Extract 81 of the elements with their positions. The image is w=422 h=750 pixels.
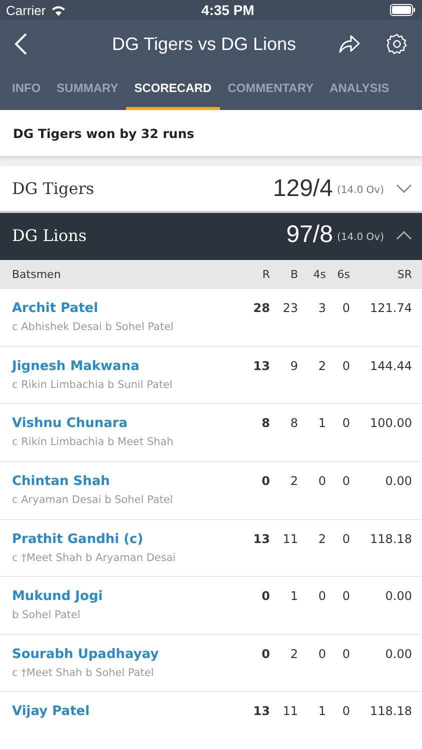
strike-rate-cell-text: 0.00 [384, 646, 412, 661]
sixes-cell-text: 0 [341, 532, 350, 546]
sixes-cell-text: 0 [341, 474, 350, 488]
fours-cell-text: 2 [317, 358, 326, 373]
sixes-cell-text: 0 [341, 301, 350, 316]
batsman-name[interactable]: Mukund Jogi [12, 589, 242, 604]
dismissal-text: c †Meet Shah b Sohel Patel [12, 666, 155, 679]
sixes-cell-text: 0 [341, 416, 350, 430]
dismissal-text: c †Meet Shah b Aryaman Desai [12, 552, 177, 564]
balls-cell-text: 23 [282, 301, 298, 316]
innings-score: 129/4 [272, 174, 333, 203]
result-banner: DG Tigers won by 32 runs [0, 110, 422, 156]
fours-cell-text: 3 [317, 301, 326, 316]
balls-cell-text: 8 [289, 416, 298, 430]
tab[interactable]: INFO [4, 68, 49, 110]
tab[interactable]: ANALYSIS [322, 68, 398, 110]
batsman-name[interactable]: Jignesh Makwana [12, 358, 242, 374]
dismissal-text: c Rikin Limbachia b Meet Shah [12, 436, 174, 448]
innings-header[interactable]: DG Lions 97/8 (14.0 Ov) [0, 213, 422, 260]
strike-rate-cell-text: 144.44 [369, 358, 412, 373]
fours-cell-text: 1 [317, 704, 326, 718]
sixes-cell-text: 0 [341, 704, 350, 718]
balls-cell-text: 9 [289, 358, 298, 373]
runs-cell-text: 0 [260, 646, 270, 661]
strike-rate-cell-text: 100.00 [369, 416, 412, 430]
strike-rate-cell-text: 118.18 [369, 532, 412, 546]
team-name: DG Lions [12, 226, 88, 245]
runs-cell-text: 13 [252, 532, 270, 546]
strike-rate-cell-text: 0.00 [384, 474, 412, 488]
chevron-down-icon[interactable] [396, 184, 412, 194]
batsman-name[interactable]: Archit Patel [12, 301, 242, 316]
dismissal-text: c Abhishek Desai b Sohel Patel [12, 321, 174, 334]
runs-cell-text: 0 [260, 474, 270, 488]
sixes-cell-text: 0 [341, 358, 350, 373]
overs-label: (14.0 Ov) [336, 185, 384, 196]
batsman-name[interactable]: Prathit Gandhi (c) [12, 532, 242, 547]
column-header: B [289, 268, 298, 281]
batsman-name[interactable]: Sourabh Upadhayay [12, 646, 242, 662]
strike-rate-cell-text: 0.00 [384, 589, 412, 604]
runs-cell-text: 8 [260, 416, 270, 430]
balls-cell-text: 2 [289, 474, 298, 488]
column-header: SR [396, 268, 412, 281]
dismissal-text: c Aryaman Desai b Sohel Patel [12, 494, 174, 506]
balls-cell-text: 11 [282, 532, 298, 546]
column-header: R [261, 268, 270, 281]
fours-cell-text: 0 [317, 646, 326, 661]
innings-header[interactable]: DG Tigers 129/4 (14.0 Ov) [0, 166, 422, 214]
runs-cell-text: 28 [252, 301, 270, 316]
dismissal-text: c Rikin Limbachia b Sunil Patel [12, 378, 174, 391]
strike-rate-cell-text: 121.74 [369, 301, 412, 316]
column-header: Batsmen [12, 268, 62, 281]
balls-cell-text: 1 [289, 589, 298, 604]
fours-cell-text: 0 [317, 474, 326, 488]
team-name: DG Tigers [12, 179, 96, 198]
balls-cell-text: 2 [289, 646, 298, 661]
chevron-up-icon[interactable] [396, 230, 412, 240]
batsman-name[interactable]: Vishnu Chunara [12, 416, 242, 432]
fours-cell-text: 0 [317, 589, 326, 604]
balls-cell-text: 11 [282, 704, 298, 718]
battery-icon [390, 4, 416, 16]
strike-rate-cell-text: 118.18 [369, 704, 412, 718]
tab[interactable]: COMMENTARY [220, 68, 322, 110]
runs-cell-text: 0 [260, 589, 270, 604]
innings-score: 97/8 [286, 221, 333, 250]
match-title: DG Tigers vs DG Lions [110, 34, 298, 54]
carrier-label: Carrier [6, 2, 46, 18]
batsman-name[interactable]: Chintan Shah [12, 474, 242, 490]
dismissal-text: b Sohel Patel [12, 609, 82, 622]
sixes-cell-text: 0 [341, 589, 350, 604]
sixes-cell-text: 0 [341, 646, 350, 661]
batsman-name[interactable]: Vijay Patel [12, 704, 242, 720]
clock-time: 4:35 PM [201, 2, 254, 18]
fours-cell-text: 1 [317, 416, 326, 430]
fours-cell-text: 2 [317, 532, 326, 546]
overs-label: (14.0 Ov) [336, 232, 384, 243]
runs-cell-text: 13 [252, 358, 270, 373]
column-header: 4s [312, 268, 326, 281]
tab[interactable]: SUMMARY [48, 68, 126, 110]
runs-cell-text: 13 [252, 704, 270, 718]
column-header: 6s [336, 268, 350, 281]
wifi-icon [50, 4, 66, 16]
